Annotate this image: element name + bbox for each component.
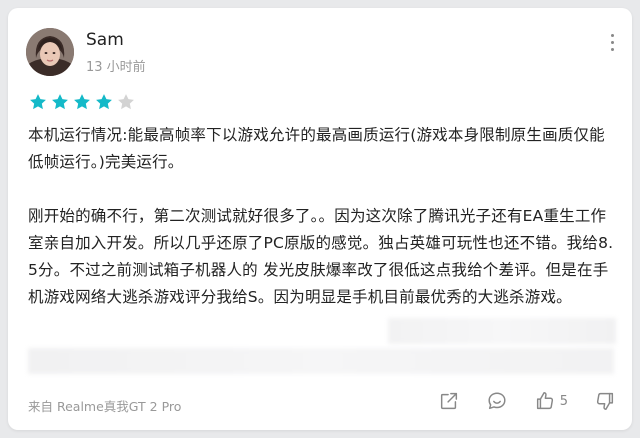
review-paragraph: 本机运行情况:能最高帧率下以游戏允许的最高画质运行(游戏本身限制原生画质仅能低帧… (28, 126, 605, 171)
device-info: 来自 Realme真我GT 2 Pro (28, 399, 182, 414)
avatar[interactable] (26, 28, 74, 76)
star-filled-icon (74, 94, 90, 110)
star-filled-icon (30, 94, 46, 110)
thumbs-up-icon (536, 392, 553, 410)
more-options-button[interactable] (602, 30, 622, 54)
blurred-text (388, 318, 616, 344)
like-button[interactable]: 5 (534, 390, 568, 412)
review-card: Sam 13 小时前 本机运行情况:能最高帧率下以游戏允许的最高画质运行(游戏本… (8, 8, 632, 430)
comment-button[interactable] (486, 390, 508, 412)
username[interactable]: Sam (86, 30, 124, 50)
more-vertical-icon (610, 33, 614, 37)
action-bar: 5 (412, 390, 616, 412)
share-button[interactable] (438, 390, 460, 412)
star-empty-icon (118, 94, 134, 110)
star-filled-icon (96, 94, 112, 110)
review-content: 本机运行情况:能最高帧率下以游戏允许的最高画质运行(游戏本身限制原生画质仅能低帧… (28, 122, 618, 311)
more-dot (610, 40, 614, 44)
star-filled-icon (52, 94, 68, 110)
more-dot (610, 47, 614, 51)
like-count: 5 (559, 393, 568, 409)
review-time: 13 小时前 (86, 60, 146, 75)
share-icon (440, 392, 457, 410)
star-rating (28, 92, 136, 112)
blurred-text (28, 348, 614, 374)
thumbs-down-icon (596, 392, 614, 410)
comment-icon (488, 392, 506, 410)
dislike-button[interactable] (594, 390, 616, 412)
review-paragraph: 刚开始的确不行，第二次测试就好很多了。。因为这次除了腾讯光子还有EA重生工作室亲… (28, 207, 614, 306)
user-avatar-icon (26, 28, 74, 76)
